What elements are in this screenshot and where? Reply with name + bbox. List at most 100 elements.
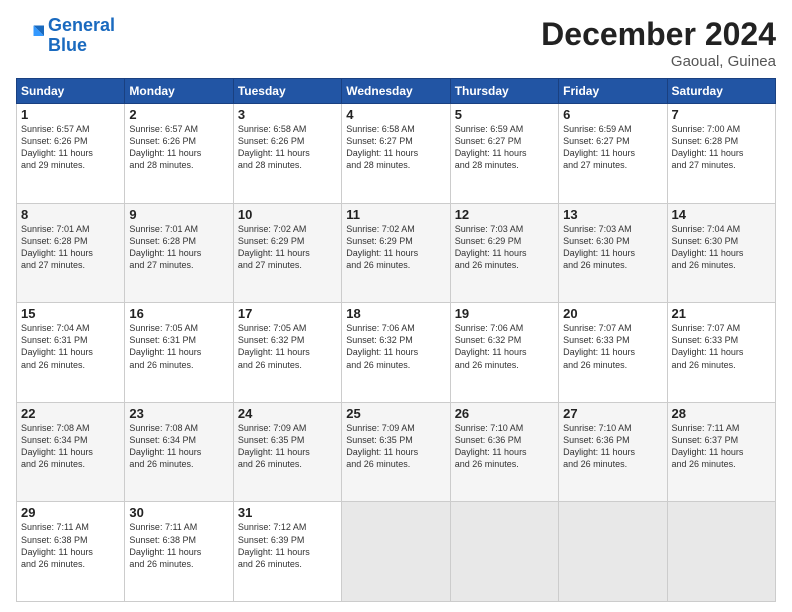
- day-number: 12: [455, 207, 554, 222]
- logo: General Blue: [16, 16, 115, 56]
- calendar-cell: 12Sunrise: 7:03 AMSunset: 6:29 PMDayligh…: [450, 203, 558, 303]
- calendar-cell: 14Sunrise: 7:04 AMSunset: 6:30 PMDayligh…: [667, 203, 775, 303]
- day-number: 25: [346, 406, 445, 421]
- day-number: 17: [238, 306, 337, 321]
- calendar-cell: [559, 502, 667, 602]
- day-number: 7: [672, 107, 771, 122]
- day-info: Sunrise: 6:59 AMSunset: 6:27 PMDaylight:…: [455, 123, 554, 172]
- day-info: Sunrise: 6:58 AMSunset: 6:27 PMDaylight:…: [346, 123, 445, 172]
- day-number: 28: [672, 406, 771, 421]
- calendar-cell: 20Sunrise: 7:07 AMSunset: 6:33 PMDayligh…: [559, 303, 667, 403]
- day-number: 20: [563, 306, 662, 321]
- col-friday: Friday: [559, 79, 667, 104]
- day-info: Sunrise: 7:01 AMSunset: 6:28 PMDaylight:…: [129, 223, 228, 272]
- calendar-table: Sunday Monday Tuesday Wednesday Thursday…: [16, 78, 776, 602]
- col-sunday: Sunday: [17, 79, 125, 104]
- calendar-week-3: 15Sunrise: 7:04 AMSunset: 6:31 PMDayligh…: [17, 303, 776, 403]
- day-info: Sunrise: 7:11 AMSunset: 6:37 PMDaylight:…: [672, 422, 771, 471]
- day-number: 24: [238, 406, 337, 421]
- calendar-cell: 19Sunrise: 7:06 AMSunset: 6:32 PMDayligh…: [450, 303, 558, 403]
- day-info: Sunrise: 7:09 AMSunset: 6:35 PMDaylight:…: [238, 422, 337, 471]
- day-info: Sunrise: 7:04 AMSunset: 6:30 PMDaylight:…: [672, 223, 771, 272]
- day-number: 29: [21, 505, 120, 520]
- calendar-cell: 18Sunrise: 7:06 AMSunset: 6:32 PMDayligh…: [342, 303, 450, 403]
- title-block: December 2024 Gaoual, Guinea: [541, 16, 776, 70]
- day-number: 2: [129, 107, 228, 122]
- calendar-cell: 4Sunrise: 6:58 AMSunset: 6:27 PMDaylight…: [342, 104, 450, 204]
- calendar-cell: 17Sunrise: 7:05 AMSunset: 6:32 PMDayligh…: [233, 303, 341, 403]
- col-saturday: Saturday: [667, 79, 775, 104]
- day-number: 23: [129, 406, 228, 421]
- col-wednesday: Wednesday: [342, 79, 450, 104]
- day-number: 19: [455, 306, 554, 321]
- day-number: 30: [129, 505, 228, 520]
- day-info: Sunrise: 7:05 AMSunset: 6:32 PMDaylight:…: [238, 322, 337, 371]
- day-info: Sunrise: 6:58 AMSunset: 6:26 PMDaylight:…: [238, 123, 337, 172]
- calendar-cell: 3Sunrise: 6:58 AMSunset: 6:26 PMDaylight…: [233, 104, 341, 204]
- calendar-cell: 11Sunrise: 7:02 AMSunset: 6:29 PMDayligh…: [342, 203, 450, 303]
- calendar-week-1: 1Sunrise: 6:57 AMSunset: 6:26 PMDaylight…: [17, 104, 776, 204]
- calendar-week-5: 29Sunrise: 7:11 AMSunset: 6:38 PMDayligh…: [17, 502, 776, 602]
- col-tuesday: Tuesday: [233, 79, 341, 104]
- logo-text: General Blue: [48, 16, 115, 56]
- day-number: 4: [346, 107, 445, 122]
- day-number: 13: [563, 207, 662, 222]
- calendar-week-2: 8Sunrise: 7:01 AMSunset: 6:28 PMDaylight…: [17, 203, 776, 303]
- day-number: 14: [672, 207, 771, 222]
- day-info: Sunrise: 7:11 AMSunset: 6:38 PMDaylight:…: [129, 521, 228, 570]
- calendar-cell: 21Sunrise: 7:07 AMSunset: 6:33 PMDayligh…: [667, 303, 775, 403]
- calendar-cell: 15Sunrise: 7:04 AMSunset: 6:31 PMDayligh…: [17, 303, 125, 403]
- day-info: Sunrise: 6:57 AMSunset: 6:26 PMDaylight:…: [129, 123, 228, 172]
- day-number: 9: [129, 207, 228, 222]
- calendar-cell: [667, 502, 775, 602]
- day-info: Sunrise: 7:08 AMSunset: 6:34 PMDaylight:…: [21, 422, 120, 471]
- day-info: Sunrise: 7:01 AMSunset: 6:28 PMDaylight:…: [21, 223, 120, 272]
- day-number: 5: [455, 107, 554, 122]
- day-number: 16: [129, 306, 228, 321]
- calendar-cell: 24Sunrise: 7:09 AMSunset: 6:35 PMDayligh…: [233, 402, 341, 502]
- day-info: Sunrise: 7:11 AMSunset: 6:38 PMDaylight:…: [21, 521, 120, 570]
- calendar-cell: 26Sunrise: 7:10 AMSunset: 6:36 PMDayligh…: [450, 402, 558, 502]
- day-number: 22: [21, 406, 120, 421]
- day-number: 1: [21, 107, 120, 122]
- calendar-cell: 6Sunrise: 6:59 AMSunset: 6:27 PMDaylight…: [559, 104, 667, 204]
- day-info: Sunrise: 7:12 AMSunset: 6:39 PMDaylight:…: [238, 521, 337, 570]
- calendar-cell: [342, 502, 450, 602]
- day-info: Sunrise: 7:00 AMSunset: 6:28 PMDaylight:…: [672, 123, 771, 172]
- calendar-cell: 7Sunrise: 7:00 AMSunset: 6:28 PMDaylight…: [667, 104, 775, 204]
- day-info: Sunrise: 7:07 AMSunset: 6:33 PMDaylight:…: [672, 322, 771, 371]
- logo-icon: [16, 22, 44, 50]
- calendar-week-4: 22Sunrise: 7:08 AMSunset: 6:34 PMDayligh…: [17, 402, 776, 502]
- day-info: Sunrise: 7:03 AMSunset: 6:30 PMDaylight:…: [563, 223, 662, 272]
- day-info: Sunrise: 7:06 AMSunset: 6:32 PMDaylight:…: [455, 322, 554, 371]
- day-number: 3: [238, 107, 337, 122]
- calendar-cell: 29Sunrise: 7:11 AMSunset: 6:38 PMDayligh…: [17, 502, 125, 602]
- day-info: Sunrise: 6:57 AMSunset: 6:26 PMDaylight:…: [21, 123, 120, 172]
- logo-general: General: [48, 15, 115, 35]
- calendar-title: December 2024: [541, 16, 776, 53]
- calendar-cell: 13Sunrise: 7:03 AMSunset: 6:30 PMDayligh…: [559, 203, 667, 303]
- day-number: 31: [238, 505, 337, 520]
- calendar-cell: 28Sunrise: 7:11 AMSunset: 6:37 PMDayligh…: [667, 402, 775, 502]
- day-info: Sunrise: 7:02 AMSunset: 6:29 PMDaylight:…: [346, 223, 445, 272]
- day-number: 21: [672, 306, 771, 321]
- calendar-cell: 1Sunrise: 6:57 AMSunset: 6:26 PMDaylight…: [17, 104, 125, 204]
- calendar-subtitle: Gaoual, Guinea: [541, 53, 776, 70]
- day-info: Sunrise: 7:10 AMSunset: 6:36 PMDaylight:…: [563, 422, 662, 471]
- header: General Blue December 2024 Gaoual, Guine…: [16, 16, 776, 70]
- calendar-cell: 23Sunrise: 7:08 AMSunset: 6:34 PMDayligh…: [125, 402, 233, 502]
- calendar-cell: 27Sunrise: 7:10 AMSunset: 6:36 PMDayligh…: [559, 402, 667, 502]
- calendar-header-row: Sunday Monday Tuesday Wednesday Thursday…: [17, 79, 776, 104]
- day-number: 6: [563, 107, 662, 122]
- day-number: 15: [21, 306, 120, 321]
- col-thursday: Thursday: [450, 79, 558, 104]
- day-number: 27: [563, 406, 662, 421]
- calendar-cell: 9Sunrise: 7:01 AMSunset: 6:28 PMDaylight…: [125, 203, 233, 303]
- day-number: 8: [21, 207, 120, 222]
- calendar-cell: [450, 502, 558, 602]
- day-number: 10: [238, 207, 337, 222]
- day-number: 26: [455, 406, 554, 421]
- day-info: Sunrise: 7:04 AMSunset: 6:31 PMDaylight:…: [21, 322, 120, 371]
- day-info: Sunrise: 7:10 AMSunset: 6:36 PMDaylight:…: [455, 422, 554, 471]
- calendar-cell: 5Sunrise: 6:59 AMSunset: 6:27 PMDaylight…: [450, 104, 558, 204]
